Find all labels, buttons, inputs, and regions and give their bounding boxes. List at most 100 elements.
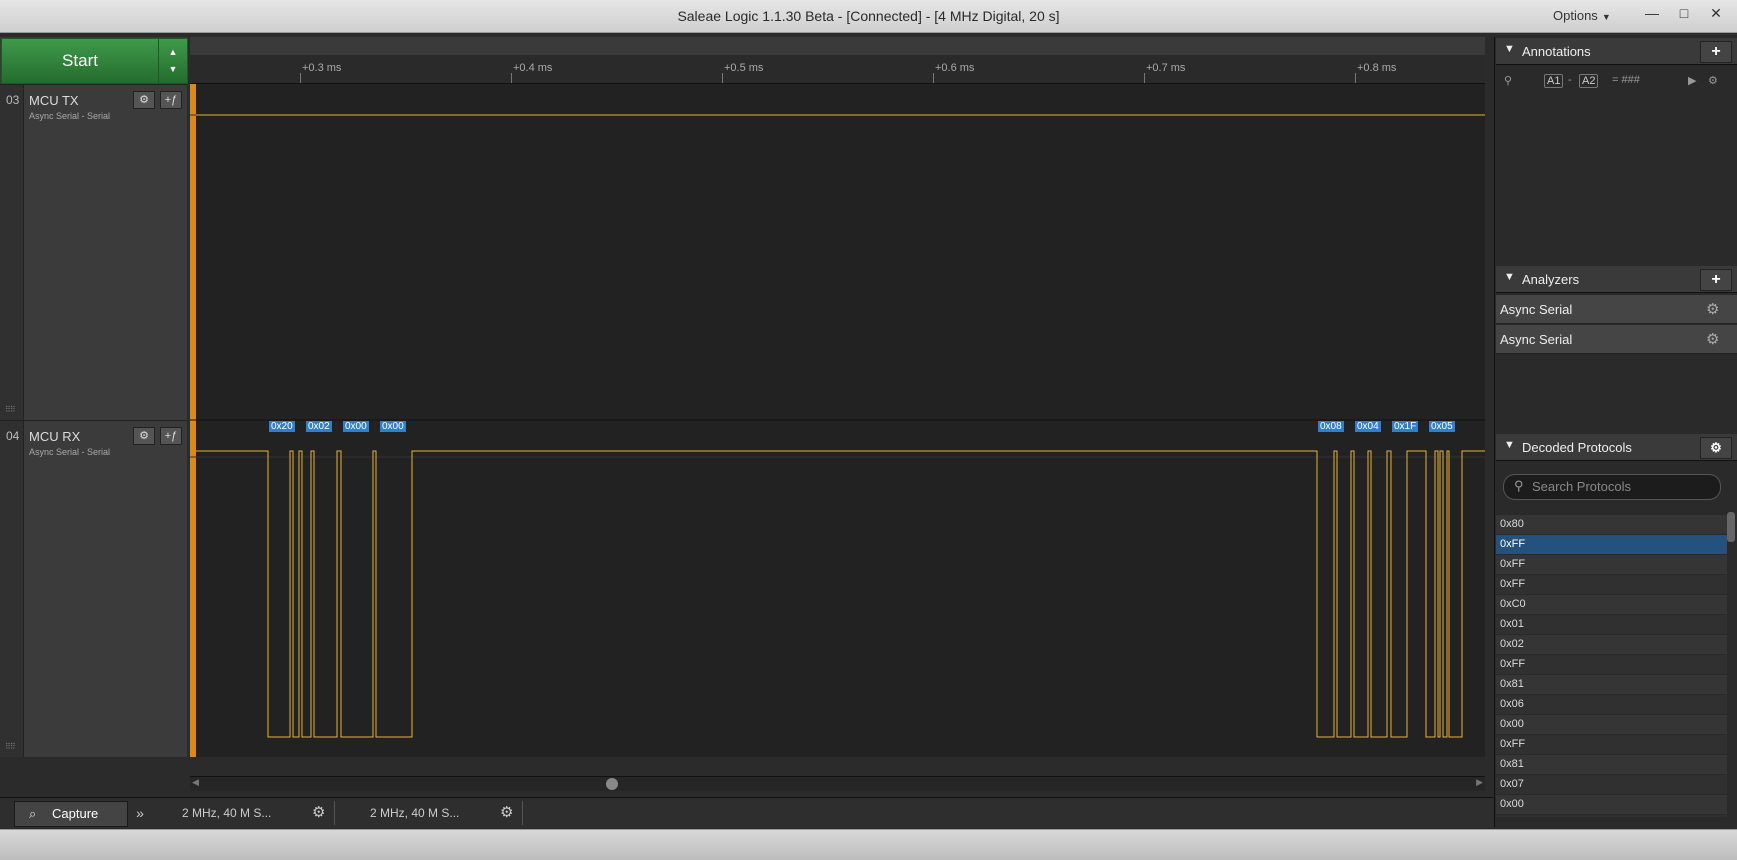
search-input[interactable]: ⚲ Search Protocols — [1503, 474, 1721, 500]
search-icon: ⌕ — [29, 806, 37, 821]
gear-icon[interactable]: ⚙ — [1700, 437, 1732, 459]
annotations-header[interactable]: ▼ Annotations + — [1496, 38, 1737, 65]
waveform-canvas — [190, 37, 1485, 757]
list-item[interactable]: 0xFF — [1496, 575, 1727, 595]
search-placeholder: Search Protocols — [1532, 479, 1631, 494]
maximize-button[interactable]: □ — [1669, 0, 1699, 28]
decoded-bubble[interactable]: 0x05 — [1429, 421, 1455, 432]
minimize-button[interactable]: — — [1637, 0, 1667, 28]
marker-a2[interactable]: A2 — [1579, 74, 1599, 88]
scroll-left-icon[interactable]: ◀ — [192, 777, 199, 788]
channel-analyzer-label: Async Serial - Serial — [29, 447, 111, 457]
resize-grip-icon[interactable]: ⠿⠿ — [5, 742, 16, 751]
analyzer-item[interactable]: Async Serial ⚙ — [1496, 295, 1737, 324]
channel-row-mcu-rx[interactable]: 04 MCU RX Async Serial - Serial ⚙ +ƒ ⠿⠿ — [0, 420, 187, 757]
channel-row-mcu-tx[interactable]: 03 MCU TX Async Serial - Serial ⚙ +ƒ ⠿⠿ — [0, 84, 187, 420]
marker-a1[interactable]: A1 — [1544, 74, 1564, 88]
decoded-bubble[interactable]: 0x20 — [269, 421, 295, 432]
list-item[interactable]: 0x07 — [1496, 775, 1727, 795]
measurement-value: = ### — [1612, 74, 1640, 86]
gear-icon[interactable]: ⚙ — [1706, 300, 1719, 318]
decoded-bubble[interactable]: 0x02 — [306, 421, 332, 432]
channel-settings-gear-icon[interactable]: ⚙ — [133, 91, 155, 109]
title-bar: Saleae Logic 1.1.30 Beta - [Connected] -… — [0, 0, 1737, 33]
list-item[interactable]: 0xFF — [1496, 535, 1727, 555]
gear-icon[interactable]: ⚙ — [1708, 74, 1718, 87]
analyzer-label: Async Serial — [1500, 332, 1573, 347]
channel-number: 04 — [6, 429, 20, 443]
list-item[interactable]: 0x06 — [1496, 695, 1727, 715]
add-analyzer-button[interactable]: + — [1700, 269, 1732, 291]
decoded-protocols-list[interactable]: 0x80 0xFF 0xFF 0xFF 0xC0 0x01 0x02 0xFF 0x81 0x06… — [1496, 515, 1727, 817]
add-analyzer-icon[interactable]: +ƒ — [160, 427, 182, 445]
add-analyzer-icon[interactable]: +ƒ — [160, 91, 182, 109]
gear-icon[interactable]: ⚙ — [1706, 330, 1719, 348]
decoded-bubble[interactable]: 0x1F — [1392, 421, 1419, 432]
channel-name[interactable]: MCU RX — [29, 429, 80, 444]
capture-tab-label: Capture — [52, 806, 99, 821]
time-tick: +0.4 ms — [510, 62, 553, 83]
list-item[interactable]: 0x81 — [1496, 675, 1727, 695]
analyzers-header[interactable]: ▼ Analyzers + — [1496, 266, 1737, 293]
decoded-protocols-header[interactable]: ▼ Decoded Protocols ⚙ — [1496, 434, 1737, 461]
channel-name[interactable]: MCU TX — [29, 93, 79, 108]
session-tab-label: 2 MHz, 40 M S... — [182, 806, 272, 820]
analyzers-title: Analyzers — [1522, 272, 1580, 287]
channel-analyzer-label: Async Serial - Serial — [29, 111, 111, 121]
list-item[interactable]: 0x00 — [1496, 795, 1727, 815]
scroll-thumb[interactable] — [606, 778, 618, 790]
waveform-area[interactable] — [190, 37, 1485, 757]
time-tick: +0.3 ms — [299, 62, 342, 83]
decoded-bubble[interactable]: 0x04 — [1355, 421, 1381, 432]
decoded-bubble[interactable]: 0x00 — [380, 421, 406, 432]
list-item[interactable]: 0x81 — [1496, 755, 1727, 775]
list-item[interactable]: 0x01 — [1496, 615, 1727, 635]
session-tab[interactable]: 2 MHz, 40 M S... ⚙ — [352, 801, 523, 825]
list-item[interactable]: 0xFF — [1496, 655, 1727, 675]
collapse-triangle-icon[interactable]: ▼ — [1504, 271, 1515, 283]
arrow-up-icon: ▲ — [168, 47, 178, 57]
trigger-marker — [190, 37, 196, 757]
list-item[interactable]: 0xC0 — [1496, 595, 1727, 615]
session-tab[interactable]: 2 MHz, 40 M S... ⚙ — [164, 801, 335, 825]
decoded-protocols-title: Decoded Protocols — [1522, 440, 1632, 455]
list-item[interactable]: 0x80 — [1496, 515, 1727, 535]
list-scrollbar-thumb[interactable] — [1727, 512, 1735, 542]
marker-pin-icon[interactable]: ⚲ — [1504, 74, 1512, 87]
expand-tabs-icon[interactable]: » — [130, 801, 150, 825]
gear-icon[interactable]: ⚙ — [312, 801, 325, 825]
list-item[interactable]: 0xFF — [1496, 735, 1727, 755]
decoded-bubble[interactable]: 0x08 — [1318, 421, 1344, 432]
options-menu[interactable]: Options ▼ — [1553, 8, 1611, 23]
play-icon[interactable]: ▶ — [1688, 74, 1696, 87]
list-item[interactable]: 0xFF — [1496, 815, 1727, 817]
start-button[interactable]: Start — [1, 38, 159, 84]
close-button[interactable]: ✕ — [1701, 0, 1731, 28]
annotation-measurement-row: ⚲ A1 - A2 = ### ▶ ⚙ — [1496, 68, 1737, 94]
resize-grip-icon[interactable]: ⠿⠿ — [5, 405, 16, 414]
decoded-bubble[interactable]: 0x00 — [343, 421, 369, 432]
capture-tab[interactable]: ⌕ Capture — [14, 801, 128, 827]
list-item[interactable]: 0x00 — [1496, 715, 1727, 735]
list-item[interactable]: 0x02 — [1496, 635, 1727, 655]
list-item[interactable]: 0xFF — [1496, 555, 1727, 575]
collapse-triangle-icon[interactable]: ▼ — [1504, 439, 1515, 451]
session-tab-bar: ⌕ Capture » 2 MHz, 40 M S... ⚙ 2 MHz, 40… — [0, 797, 1493, 828]
search-icon: ⚲ — [1514, 478, 1524, 493]
channel-settings-gear-icon[interactable]: ⚙ — [133, 427, 155, 445]
gear-icon[interactable]: ⚙ — [500, 801, 513, 825]
scroll-right-icon[interactable]: ▶ — [1476, 777, 1483, 788]
time-ruler[interactable]: +0.3 ms +0.4 ms +0.5 ms +0.6 ms +0.7 ms … — [190, 37, 1485, 84]
channel-number: 03 — [6, 93, 20, 107]
window-title: Saleae Logic 1.1.30 Beta - [Connected] -… — [677, 8, 1060, 24]
add-annotation-button[interactable]: + — [1700, 41, 1732, 63]
time-tick: +0.8 ms — [1354, 62, 1397, 83]
start-options-button[interactable]: ▲ ▼ — [158, 38, 188, 84]
collapse-triangle-icon[interactable]: ▼ — [1504, 43, 1515, 55]
horizontal-scrollbar[interactable]: ◀ ▶ — [190, 776, 1485, 791]
chevron-down-icon: ▼ — [1601, 12, 1611, 22]
time-tick: +0.5 ms — [721, 62, 764, 83]
options-label: Options — [1553, 8, 1598, 23]
analyzer-item[interactable]: Async Serial ⚙ — [1496, 325, 1737, 354]
dash-separator: - — [1568, 74, 1572, 86]
